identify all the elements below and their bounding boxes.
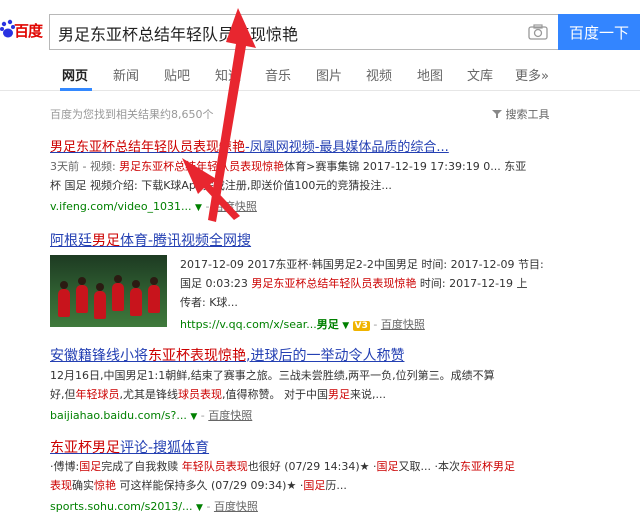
search-button[interactable]: 百度一下 [558, 14, 640, 50]
thumb-figure [112, 275, 124, 311]
tab-tieba[interactable]: 贴吧 [164, 65, 190, 84]
result-2-snippet-highlight: 男足东亚杯总结年轻队员表现惊艳 [251, 277, 417, 290]
result-3-title-highlight: 东亚杯表现惊艳 [148, 348, 246, 364]
tab-music[interactable]: 音乐 [265, 65, 291, 84]
logo-text: 百度 [14, 22, 43, 40]
result-2-snippet-a: 国足 0:03:23 [180, 277, 252, 290]
result-2-url-bold: 男足 [316, 318, 339, 331]
tab-web[interactable]: 网页 [62, 65, 88, 84]
result-2-title[interactable]: 阿根廷男足体育-腾讯视频全网搜 [50, 230, 251, 250]
result-2-thumbnail[interactable] [50, 255, 167, 327]
result-1-snippet-line1: 3天前 - 视频: 男足东亚杯总结年轻队员表现惊艳体育>赛事集锦 2017-12… [50, 158, 526, 176]
r4-l2b: 确实 [72, 479, 94, 492]
r4-b: 国足 [79, 460, 102, 473]
r4-f: 国足 [376, 460, 399, 473]
tab-video[interactable]: 视频 [366, 65, 392, 84]
result-1-snippet-highlight: 男足东亚杯总结年轻队员表现惊艳 [119, 160, 285, 173]
result-1-date: 3天前 - 视频: [50, 160, 120, 173]
tab-map[interactable]: 地图 [417, 65, 443, 84]
tab-news[interactable]: 新闻 [113, 65, 139, 84]
result-2-title-highlight: 男足 [92, 233, 120, 249]
result-3-title-rest: ,进球后的一举动令人称赞 [246, 348, 405, 364]
search-box[interactable] [49, 14, 559, 50]
filter-icon [492, 110, 502, 118]
r4-l2c: 惊艳 [94, 479, 116, 492]
result-4-snippet-line1: ·傅博:国足完成了自我救赎 年轻队员表现也很好 (07/29 14:34)★ ·… [50, 458, 515, 476]
tab-more[interactable]: 更多» [515, 65, 549, 84]
result-4-title-hl1: 东亚杯 [50, 440, 92, 456]
result-1-url[interactable]: v.ifeng.com/video_1031... [50, 200, 192, 213]
result-3-url-row: baijiahao.baidu.com/s?... ▼ - 百度快照 [50, 409, 253, 422]
result-3-snippet-line2: 好,但年轻球员,尤其是锋线球员表现,值得称赞。 对于中国男足来说,... [50, 386, 386, 404]
result-4-title-rest: 评论-搜狐体育 [120, 440, 210, 456]
top-bar: 百度 百度一下 [0, 0, 640, 58]
result-2-snippet-line1: 2017-12-09 2017东亚杯·韩国男足2-2中国男足 时间: 2017-… [180, 258, 544, 271]
dropdown-arrow-icon[interactable]: ▼ [190, 412, 197, 422]
result-4-title[interactable]: 东亚杯男足评论-搜狐体育 [50, 437, 209, 457]
result-3-snippet-a: 好,但 [50, 388, 76, 401]
tab-wenku[interactable]: 文库 [467, 65, 493, 84]
result-3-snippet-hl2: 球员表现 [178, 388, 222, 401]
result-3-title-a: 安徽籍锋线小将 [50, 348, 148, 364]
result-4-url[interactable]: sports.sohu.com/s2013/... [50, 500, 193, 513]
dropdown-arrow-icon[interactable]: ▼ [196, 503, 203, 513]
result-stats: 百度为您找到相关结果约8,650个 [50, 108, 214, 121]
result-3-snippet-e: ,值得称赞。 对于中国 [222, 388, 328, 401]
result-4-url-row: sports.sohu.com/s2013/... ▼ - 百度快照 [50, 500, 258, 513]
result-1-title[interactable]: 男足东亚杯总结年轻队员表现惊艳-凤凰网视频-最具媒体品质的综合... [50, 136, 449, 155]
r4-c: 完成了自我救赎 [101, 460, 182, 473]
v3-badge[interactable]: V3 [352, 321, 370, 331]
result-1-url-row: v.ifeng.com/video_1031... ▼ - 百度快照 [50, 200, 257, 213]
tab-zhidao[interactable]: 知道 [215, 65, 241, 84]
result-3-snippet-hl1: 年轻球员 [75, 388, 120, 401]
search-input[interactable] [58, 21, 518, 45]
r4-l2d: 可这样能保持多久 (07/29 09:34)★ · [116, 479, 304, 492]
result-2-title-a: 阿根廷 [50, 233, 92, 249]
r4-d: 年轻队员表现 [181, 460, 248, 473]
result-4-title-hl2: 男足 [92, 440, 120, 456]
result-3-snippet-g: 来说,... [350, 388, 386, 401]
result-1-snippet-line2: 杯 国足 视频介绍: 下载K球App完成注册,即送价值100元的竞猜投注... [50, 179, 392, 192]
result-4-snippet-line2: 表现确实惊艳 可这样能保持多久 (07/29 09:34)★ ·国足历... [50, 477, 347, 495]
result-2-snippet-line2: 国足 0:03:23 男足东亚杯总结年轻队员表现惊艳 时间: 2017-12-1… [180, 275, 528, 293]
result-2-snippet-line3: 传者: K球... [180, 296, 238, 309]
dropdown-arrow-icon[interactable]: ▼ [195, 203, 202, 213]
active-tab-indicator [60, 88, 92, 91]
search-tools[interactable]: 搜索工具 [492, 106, 550, 122]
result-1-title-highlight: 男足东亚杯总结年轻队员表现惊艳 [50, 140, 246, 155]
r4-l2a: 表现 [50, 479, 72, 492]
tab-images[interactable]: 图片 [316, 65, 342, 84]
result-3-url[interactable]: baijiahao.baidu.com/s?... [50, 409, 187, 422]
result-2-snippet-c: 时间: 2017-12-19 上 [416, 277, 528, 290]
result-3-snippet-hl3: 男足 [328, 388, 350, 401]
camera-icon[interactable] [528, 24, 548, 40]
r4-a: ·傅博: [50, 460, 80, 473]
r4-g: 又取... ·本次 [398, 460, 461, 473]
result-1-snippet-rest: 体育>赛事集锦 2017-12-19 17:39:19 0... 东亚 [284, 160, 527, 173]
r4-l2f: 历... [325, 479, 347, 492]
result-1-snapshot-link[interactable]: 百度快照 [213, 200, 257, 213]
search-tabs: 网页 新闻 贴吧 知道 音乐 图片 视频 地图 文库 更多» [0, 58, 640, 91]
result-3-snapshot-link[interactable]: 百度快照 [208, 409, 252, 422]
result-2-url-row: https://v.qq.com/x/sear...男足 ▼ V3 - 百度快照 [180, 318, 425, 331]
result-3-snippet-c: ,尤其是锋线 [119, 388, 179, 401]
thumb-figure [76, 277, 88, 313]
thumb-figure [130, 280, 142, 316]
result-1-title-rest: -凤凰网视频-最具媒体品质的综合... [245, 140, 449, 155]
r4-e: 也很好 (07/29 14:34)★ · [247, 460, 377, 473]
thumb-figure [148, 277, 160, 313]
result-2-snapshot-link[interactable]: 百度快照 [381, 318, 425, 331]
result-2-title-rest: 体育-腾讯视频全网搜 [120, 233, 252, 249]
result-3-snippet-line1: 12月16日,中国男足1:1朝鲜,结束了赛事之旅。三战未尝胜绩,两平一负,位列第… [50, 369, 495, 382]
baidu-logo[interactable]: 百度 [0, 18, 44, 42]
result-2-url[interactable]: https://v.qq.com/x/sear... [180, 318, 317, 331]
result-3-title[interactable]: 安徽籍锋线小将东亚杯表现惊艳,进球后的一举动令人称赞 [50, 345, 404, 365]
thumb-figure [58, 281, 70, 317]
result-4-snapshot-link[interactable]: 百度快照 [214, 500, 258, 513]
r4-h: 东亚杯男足 [460, 460, 516, 473]
thumb-figure [94, 283, 106, 319]
dropdown-arrow-icon[interactable]: ▼ [342, 321, 349, 331]
search-tools-label: 搜索工具 [505, 108, 550, 121]
r4-l2e: 国足 [303, 479, 326, 492]
